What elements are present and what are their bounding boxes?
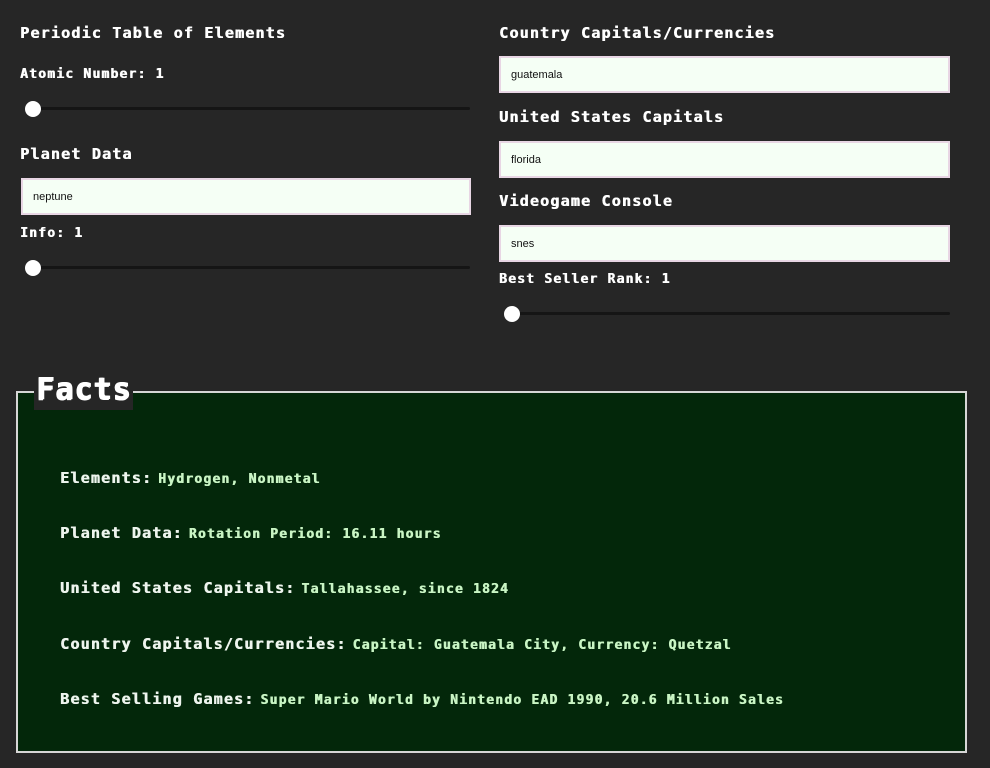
fact-label: Planet Data: [60,524,183,542]
fact-label: Elements: [60,469,153,487]
us-state-input[interactable] [499,141,950,178]
fact-value: Hydrogen, Nonmetal [158,472,321,487]
atomic-number-slider-thumb[interactable] [25,101,41,117]
atomic-number-label: Atomic Number: 1 [20,67,165,82]
fact-best-selling-games: Best Selling Games: Super Mario World by … [60,689,784,708]
videogame-console-title: Videogame Console [499,192,673,210]
planet-info-slider[interactable] [27,266,470,269]
fact-value: Capital: Guatemala City, Currency: Quetz… [352,638,732,653]
fact-value: Rotation Period: 16.11 hours [188,527,442,542]
best-seller-rank-label: Best Seller Rank: 1 [499,272,671,287]
fact-elements: Elements: Hydrogen, Nonmetal [60,468,321,487]
fact-label: Best Selling Games: [60,690,255,708]
planet-data-title: Planet Data [20,145,133,163]
planet-info-slider-thumb[interactable] [25,260,41,276]
fact-label: United States Capitals: [60,579,296,597]
fact-value: Super Mario World by Nintendo EAD 1990, … [260,693,784,708]
fact-us-capitals: United States Capitals: Tallahassee, sinc… [60,578,509,597]
best-seller-rank-slider[interactable] [506,312,950,315]
planet-info-label: Info: 1 [20,226,84,241]
periodic-table-title: Periodic Table of Elements [20,24,286,42]
facts-legend: Facts [34,370,134,410]
fact-country-capitals: Country Capitals/Currencies: Capital: Gua… [60,634,732,653]
fact-planet-data: Planet Data: Rotation Period: 16.11 hours [60,523,442,542]
console-input[interactable] [499,225,950,262]
country-capitals-title: Country Capitals/Currencies [499,24,776,42]
best-seller-rank-slider-thumb[interactable] [504,306,520,322]
fact-label: Country Capitals/Currencies: [60,635,347,653]
country-input[interactable] [499,56,950,93]
us-capitals-title: United States Capitals [499,108,725,126]
atomic-number-slider[interactable] [27,107,470,110]
fact-value: Tallahassee, since 1824 [301,582,509,597]
planet-input[interactable] [21,178,471,215]
